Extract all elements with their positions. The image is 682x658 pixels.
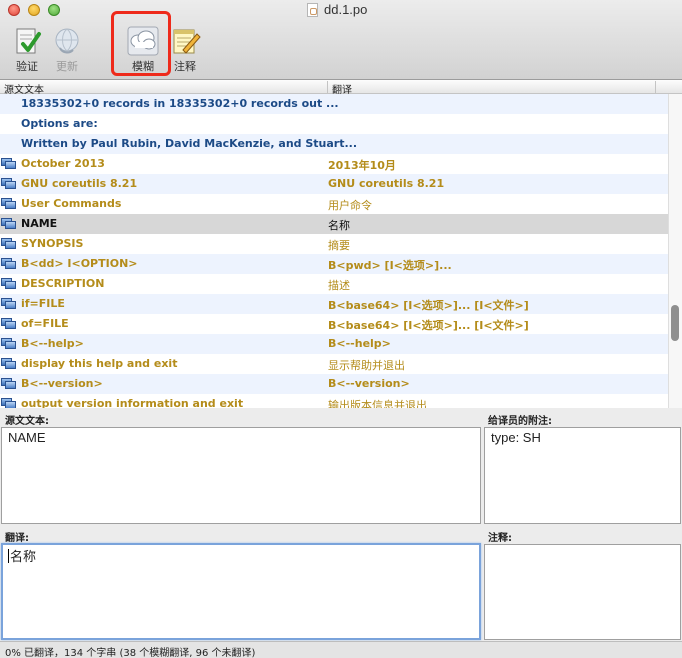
row-translation-text: B<base64> [I<选项>]... [I<文件>] [328, 319, 529, 332]
row-source-text: if=FILE [21, 297, 65, 310]
list-item[interactable]: SYNOPSIS 摘要 [0, 234, 668, 254]
text-caret [8, 549, 9, 563]
message-list: 18335302+0 records in 18335302+0 records… [0, 94, 668, 408]
row-translation-text: GNU coreutils 8.21 [328, 177, 445, 190]
notepad-pencil-icon [169, 26, 201, 56]
translator-notes-label: 给译员的附注: [488, 416, 552, 427]
row-source-text: B<dd> I<OPTION> [21, 257, 138, 270]
row-translation-text: 名称 [328, 219, 350, 232]
list-item[interactable]: display this help and exit 显示帮助并退出 [0, 354, 668, 374]
highlight-box [111, 11, 171, 76]
list-item[interactable]: Options are: [0, 114, 668, 134]
translation-label: 翻译: [5, 533, 29, 544]
list-item[interactable]: Written by Paul Rubin, David MacKenzie, … [0, 134, 668, 154]
translation-editor[interactable]: 名称 [1, 543, 481, 640]
comment-field-label: 注释: [488, 533, 512, 544]
translator-notes-value: type: SH [491, 430, 541, 445]
row-source-text: SYNOPSIS [21, 237, 84, 250]
row-translation-text: 用户命令 [328, 199, 372, 212]
row-source-text: DESCRIPTION [21, 277, 105, 290]
document-icon [307, 3, 318, 17]
row-source-text: output version information and exit [21, 397, 244, 408]
update-button[interactable]: 更新 [44, 26, 90, 76]
row-source-text: User Commands [21, 197, 122, 210]
row-source-text: B<--help> [21, 337, 84, 350]
row-source-text: 18335302+0 records in 18335302+0 records… [21, 97, 339, 110]
computer-icon [1, 318, 17, 331]
computer-icon [1, 398, 17, 408]
computer-icon [1, 198, 17, 211]
row-source-text: B<--version> [21, 377, 103, 390]
list-item[interactable]: B<--help> B<--help> [0, 334, 668, 354]
computer-icon [1, 238, 17, 251]
row-translation-text: 输出版本信息并退出 [328, 399, 427, 408]
minimize-window-button[interactable] [28, 4, 40, 16]
comment-editor[interactable] [484, 544, 681, 640]
list-item[interactable]: October 2013 2013年10月 [0, 154, 668, 174]
list-item[interactable]: B<--version> B<--version> [0, 374, 668, 394]
translation-value: 名称 [10, 549, 37, 564]
row-translation-text: B<base64> [I<选项>]... [I<文件>] [328, 299, 529, 312]
list-item[interactable]: DESCRIPTION 描述 [0, 274, 668, 294]
list-item[interactable]: of=FILE B<base64> [I<选项>]... [I<文件>] [0, 314, 668, 334]
list-item[interactable]: output version information and exit 输出版本信… [0, 394, 668, 408]
row-source-text: October 2013 [21, 157, 105, 170]
row-translation-text: B<--help> [328, 337, 391, 350]
computer-icon [1, 218, 17, 231]
list-scrollbar-thumb[interactable] [671, 305, 679, 341]
close-window-button[interactable] [8, 4, 20, 16]
list-item[interactable]: NAME 名称 [0, 214, 668, 234]
row-source-text: NAME [21, 217, 58, 230]
row-source-text: GNU coreutils 8.21 [21, 177, 138, 190]
source-text-view[interactable]: NAME [1, 427, 481, 524]
row-translation-text: B<pwd> [I<选项>]... [328, 259, 452, 272]
row-translation-text: 描述 [328, 279, 350, 292]
row-translation-text: 显示帮助并退出 [328, 359, 405, 372]
row-translation-text: B<--version> [328, 377, 410, 390]
source-text-value: NAME [8, 430, 46, 445]
globe-refresh-icon [51, 26, 83, 56]
list-item[interactable]: B<dd> I<OPTION> B<pwd> [I<选项>]... [0, 254, 668, 274]
status-text: 0% 已翻译，134 个字串 (38 个模糊翻译, 96 个未翻译) [5, 648, 256, 658]
computer-icon [1, 338, 17, 351]
row-source-text: of=FILE [21, 317, 69, 330]
list-item[interactable]: 18335302+0 records in 18335302+0 records… [0, 94, 668, 114]
computer-icon [1, 158, 17, 171]
column-divider[interactable] [327, 81, 328, 93]
source-text-label: 源文文本: [5, 416, 49, 427]
status-bar: 0% 已翻译，134 个字串 (38 个模糊翻译, 96 个未翻译) [0, 641, 682, 658]
computer-icon [1, 378, 17, 391]
row-source-text: Options are: [21, 117, 98, 130]
row-translation-text: 2013年10月 [328, 159, 396, 172]
row-source-text: Written by Paul Rubin, David MacKenzie, … [21, 137, 358, 150]
computer-icon [1, 178, 17, 191]
zoom-window-button[interactable] [48, 4, 60, 16]
checkmark-document-icon [11, 26, 43, 56]
list-column-header: 源文文本 翻译 [0, 80, 682, 96]
list-item[interactable]: if=FILE B<base64> [I<选项>]... [I<文件>] [0, 294, 668, 314]
window-title: dd.1.po [324, 2, 368, 17]
computer-icon [1, 258, 17, 271]
list-item[interactable]: GNU coreutils 8.21 GNU coreutils 8.21 [0, 174, 668, 194]
list-item[interactable]: User Commands 用户命令 [0, 194, 668, 214]
computer-icon [1, 358, 17, 371]
row-translation-text: 摘要 [328, 239, 350, 252]
column-divider[interactable] [655, 81, 656, 93]
row-source-text: display this help and exit [21, 357, 178, 370]
window-toolbar: dd.1.po 验证 更新 模糊 注释 [0, 0, 682, 80]
list-scrollbar[interactable] [668, 94, 682, 408]
translator-notes-view[interactable]: type: SH [484, 427, 681, 524]
computer-icon [1, 278, 17, 291]
update-label: 更新 [56, 60, 78, 73]
computer-icon [1, 298, 17, 311]
